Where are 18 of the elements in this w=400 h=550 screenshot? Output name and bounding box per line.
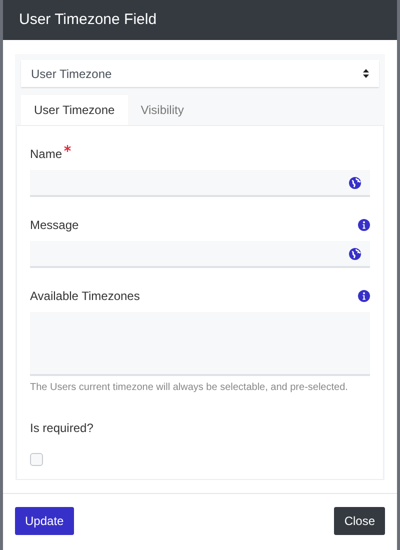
field-label: Name: [30, 146, 62, 163]
help-text: The Users current timezone will always be selectable, and pre-selected.: [30, 381, 349, 395]
update-button[interactable]: Update: [15, 507, 74, 535]
close-button[interactable]: Close: [334, 507, 385, 535]
text-field[interactable]: [30, 241, 370, 268]
info-icon[interactable]: [358, 219, 370, 231]
tab[interactable]: User Timezone: [21, 95, 128, 125]
tab[interactable]: Visibility: [128, 95, 197, 125]
type-select[interactable]: User Timezone: [21, 60, 379, 87]
text-area[interactable]: [30, 312, 370, 376]
field-label: Message: [30, 217, 79, 234]
window-title: User Timezone Field: [19, 10, 157, 30]
field-label: Available Timezones: [30, 288, 140, 305]
field-label: Is required?: [30, 420, 94, 437]
info-icon[interactable]: [358, 290, 370, 302]
checkbox[interactable]: [30, 453, 43, 466]
sort-caret-icon: [363, 69, 369, 78]
text-field[interactable]: [30, 170, 370, 197]
